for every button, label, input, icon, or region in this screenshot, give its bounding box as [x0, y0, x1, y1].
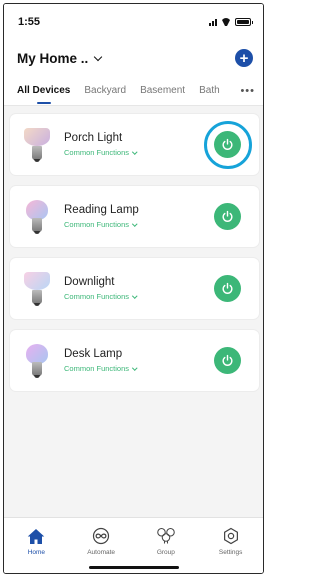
power-icon — [222, 354, 233, 366]
nav-label: Group — [156, 549, 175, 556]
nav-label: Settings — [218, 549, 243, 556]
nav-home[interactable]: Home — [11, 526, 61, 573]
chevron-down-icon — [132, 365, 138, 370]
chevron-down-icon — [132, 293, 138, 298]
signal-icon — [209, 18, 217, 26]
device-card-reading-lamp[interactable]: Reading Lamp Common Functions — [10, 186, 259, 247]
status-icons — [209, 18, 253, 26]
tab-backyard[interactable]: Backyard — [84, 85, 126, 96]
status-time: 1:55 — [18, 16, 41, 28]
more-tabs-button[interactable]: ••• — [236, 85, 255, 97]
chevron-down-icon — [132, 221, 138, 226]
bulb-icon — [24, 126, 50, 164]
device-card-desk-lamp[interactable]: Desk Lamp Common Functions — [10, 330, 259, 391]
power-icon — [222, 282, 233, 294]
chevron-down-icon — [94, 52, 103, 61]
add-device-button[interactable]: + — [235, 49, 253, 67]
power-icon — [222, 138, 233, 150]
wifi-icon — [221, 18, 231, 26]
phone-frame: 1:55 My Home .. + All Devices Backyard B… — [3, 3, 264, 574]
nav-label: Automate — [87, 549, 116, 556]
tab-all-devices[interactable]: All Devices — [17, 85, 70, 104]
battery-icon — [235, 18, 253, 26]
nav-label: Home — [27, 549, 46, 556]
home-selector[interactable]: My Home .. — [17, 50, 103, 66]
home-title: My Home .. — [17, 50, 89, 66]
power-button[interactable] — [214, 131, 241, 158]
chevron-down-icon — [132, 149, 138, 154]
power-button[interactable] — [214, 203, 241, 230]
bottom-nav: Home Automate Group Settings — [4, 517, 263, 573]
home-icon — [27, 526, 45, 546]
device-card-porch-light[interactable]: Porch Light Common Functions — [10, 114, 259, 175]
room-tabs: All Devices Backyard Basement Bath ••• — [4, 76, 263, 106]
tab-basement[interactable]: Basement — [140, 85, 185, 96]
group-icon — [156, 526, 176, 546]
bulb-icon — [24, 270, 50, 308]
device-list: Porch Light Common Functions Reading Lam… — [10, 114, 259, 402]
plus-icon: + — [239, 49, 249, 67]
home-header: My Home .. + — [4, 40, 263, 76]
home-indicator — [88, 566, 179, 569]
power-icon — [222, 210, 233, 222]
power-button[interactable] — [214, 275, 241, 302]
status-bar: 1:55 — [4, 4, 263, 40]
nav-settings[interactable]: Settings — [206, 526, 256, 573]
automate-icon — [92, 526, 110, 546]
device-card-downlight[interactable]: Downlight Common Functions — [10, 258, 259, 319]
bulb-icon — [24, 342, 50, 380]
power-button[interactable] — [214, 347, 241, 374]
tab-bath[interactable]: Bath — [199, 85, 220, 96]
settings-icon — [222, 526, 240, 546]
bulb-icon — [24, 198, 50, 236]
